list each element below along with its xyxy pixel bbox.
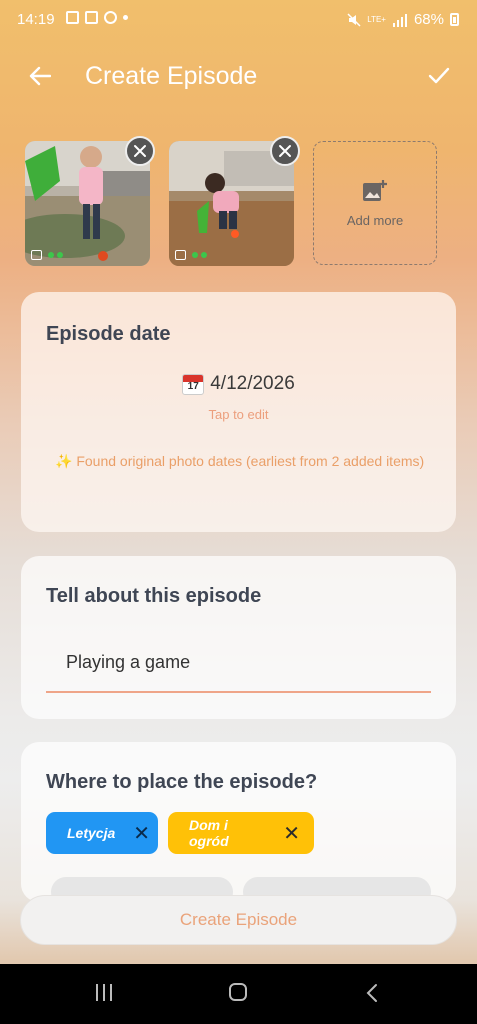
more-notifications-icon — [123, 15, 128, 20]
add-photo-icon — [363, 179, 387, 201]
status-dot-icon — [57, 252, 63, 258]
close-icon — [134, 145, 146, 157]
calendar-icon: 17 — [182, 373, 205, 395]
add-more-button[interactable]: Add more — [313, 141, 437, 265]
check-icon — [428, 67, 450, 84]
remove-media-button[interactable] — [270, 136, 300, 166]
placement-title: Where to place the episode? — [46, 771, 318, 793]
episode-description-card: Tell about this episode Playing a game — [21, 556, 456, 719]
mute-icon — [347, 12, 361, 27]
episode-placement-card: Where to place the episode? Letycja ✕ Do… — [21, 742, 456, 907]
app-bar: Create Episode — [0, 50, 477, 102]
episode-date-card: Episode date 17 4/12/2026 Tap to edit ✨ … — [21, 292, 456, 532]
episode-description-input[interactable]: Playing a game — [46, 644, 431, 693]
chip-label: Letycja — [67, 825, 116, 841]
chip-label: Dom i ogród — [189, 817, 229, 849]
chip-dom-i-ogrod[interactable]: Dom i ogród ✕ — [168, 812, 314, 854]
episode-date-value: 4/12/2026 — [210, 373, 295, 394]
found-dates-note: ✨ Found original photo dates (earliest f… — [55, 453, 425, 469]
system-back-button[interactable] — [366, 983, 378, 1003]
status-right: LTE+ 68% — [347, 11, 459, 28]
status-time: 14:19 — [17, 11, 55, 28]
battery-icon — [450, 13, 459, 26]
app-notification-icon — [104, 11, 117, 24]
status-dot-icon — [192, 252, 198, 258]
status-bar: 14:19 LTE+ 68% — [0, 0, 477, 40]
signal-icon — [392, 13, 407, 27]
notification-icons — [66, 11, 128, 24]
tap-to-edit-hint: Tap to edit — [208, 407, 269, 422]
create-episode-button[interactable]: Create Episode — [20, 895, 457, 945]
close-icon — [279, 145, 291, 157]
status-dot-icon — [201, 252, 207, 258]
add-more-label: Add more — [346, 212, 404, 228]
media-badges — [175, 250, 207, 260]
date-picker[interactable]: 17 4/12/2026 — [21, 373, 456, 395]
calendar-notification-icon — [85, 11, 98, 24]
back-button[interactable] — [22, 58, 58, 94]
confirm-button[interactable] — [419, 58, 459, 94]
image-type-icon — [31, 250, 42, 260]
system-nav-bar — [0, 964, 477, 1024]
episode-date-title: Episode date — [46, 323, 171, 345]
chip-letycja[interactable]: Letycja ✕ — [46, 812, 158, 854]
page-title: Create Episode — [85, 62, 258, 90]
network-type: LTE+ — [367, 14, 386, 24]
home-button[interactable] — [229, 983, 247, 1001]
battery-percent: 68% — [413, 11, 444, 28]
description-title: Tell about this episode — [46, 585, 262, 607]
gallery-notification-icon — [66, 11, 79, 24]
remove-media-button[interactable] — [125, 136, 155, 166]
image-type-icon — [175, 250, 186, 260]
status-dot-icon — [48, 252, 54, 258]
media-badges — [31, 250, 63, 260]
remove-chip-icon[interactable]: ✕ — [133, 821, 150, 846]
recent-apps-button[interactable] — [96, 984, 112, 1001]
arrow-left-icon — [29, 66, 51, 86]
remove-chip-icon[interactable]: ✕ — [283, 821, 300, 846]
